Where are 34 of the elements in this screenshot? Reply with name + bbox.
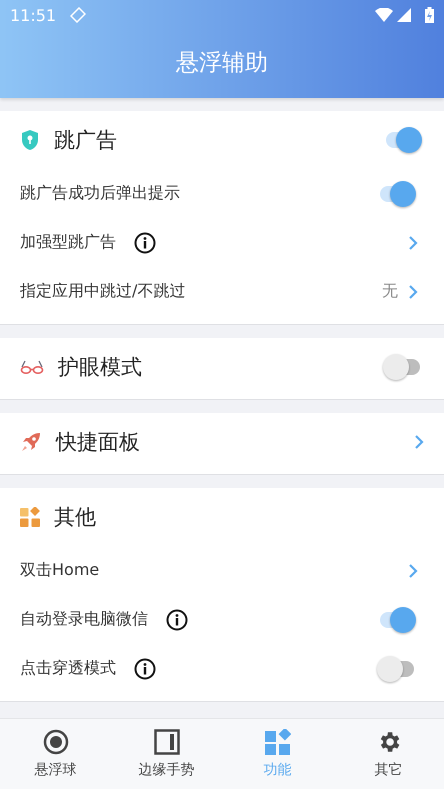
blocks-icon [20, 507, 40, 527]
tag-icon [70, 7, 86, 23]
chevron-icon [408, 564, 418, 578]
page-title: 悬浮辅助 [176, 48, 268, 78]
section-title: 护眼模式 [58, 354, 143, 381]
info-icon[interactable] [134, 232, 156, 254]
signal-icon [397, 8, 411, 22]
section-title: 其他 [54, 504, 97, 531]
setting-label: 指定应用中跳过/不跳过 [20, 281, 186, 302]
setting-label: 加强型跳广告 [20, 232, 116, 253]
nav-tab[interactable]: 边缘手势 [111, 719, 222, 789]
info-icon[interactable] [166, 608, 188, 630]
chevron-icon [408, 236, 418, 250]
section-title: 跳广告 [54, 127, 118, 154]
blocks-icon [264, 729, 290, 755]
rocket-icon [20, 431, 42, 453]
status-time: 11:51 [10, 6, 56, 24]
section-title: 快捷面板 [56, 429, 141, 456]
glasses-icon [20, 359, 44, 375]
setting-label: 点击穿透模式 [20, 658, 116, 679]
nav-tab[interactable]: 其它 [333, 719, 444, 789]
setting-label: 双击Home [20, 560, 100, 581]
setting-label: 跳广告成功后弹出提示 [20, 183, 180, 204]
setting-value: 无 [382, 281, 398, 302]
shield-icon [20, 129, 40, 151]
wifi-icon [375, 8, 393, 22]
chevron-icon [408, 284, 418, 298]
setting-label: 自动登录电脑微信 [20, 609, 148, 630]
battery-icon [425, 7, 434, 23]
chevron-icon [414, 435, 424, 449]
nav-tab[interactable]: 悬浮球 [0, 719, 111, 789]
info-icon[interactable] [134, 658, 156, 680]
sidebar-panel-icon [154, 729, 180, 755]
radio-button-icon [42, 729, 68, 755]
